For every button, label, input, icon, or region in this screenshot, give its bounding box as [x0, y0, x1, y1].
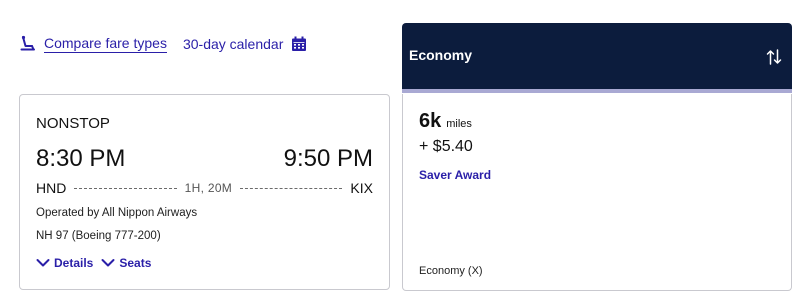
stops-label: NONSTOP [36, 115, 110, 132]
route-line-left [74, 187, 177, 189]
calendar-link[interactable]: 30-day calendar [183, 34, 309, 54]
route-row: HND 1H, 20M KIX [36, 179, 373, 197]
fare-column-header[interactable]: Economy [402, 23, 792, 93]
seats-label: Seats [119, 256, 152, 270]
flight-card: NONSTOP 8:30 PM 9:50 PM HND 1H, 20M KIX … [19, 94, 390, 290]
award-type: Saver Award [419, 168, 492, 182]
cabin-class: Economy (X) [419, 265, 483, 277]
destination-code: KIX [350, 180, 373, 196]
details-label: Details [54, 256, 94, 270]
miles-value: 6k [419, 110, 442, 132]
fare-column-title: Economy [409, 47, 473, 63]
operated-by: Operated by All Nippon Airways [36, 207, 198, 219]
flight-number: NH 97 (Boeing 777-200) [36, 230, 161, 242]
seats-toggle[interactable]: Seats [101, 256, 151, 270]
compare-fare-types-label: Compare fare types [44, 35, 167, 53]
miles-price: 6k miles [419, 110, 472, 133]
flight-duration: 1H, 20M [184, 181, 233, 195]
taxes-fee: + $5.40 [419, 138, 473, 155]
origin-code: HND [36, 180, 67, 196]
miles-unit: miles [446, 118, 472, 130]
seat-icon [18, 34, 38, 54]
details-toggle[interactable]: Details [36, 256, 93, 270]
sort-arrows-icon [766, 49, 782, 65]
arrival-time: 9:50 PM [283, 145, 373, 172]
route-line-right [240, 187, 343, 189]
flight-actions: Details Seats [36, 256, 159, 270]
calendar-icon [289, 34, 309, 54]
departure-time: 8:30 PM [36, 145, 126, 172]
compare-fare-types-link[interactable]: Compare fare types [18, 34, 167, 54]
sort-button[interactable] [762, 45, 786, 69]
fare-links-bar: Compare fare types 30-day calendar [18, 32, 309, 56]
chevron-down-icon [101, 259, 115, 267]
calendar-label: 30-day calendar [182, 35, 284, 52]
chevron-down-icon [36, 259, 50, 267]
fare-option-card[interactable]: 6k miles + $5.40 Saver Award Economy (X) [402, 94, 792, 291]
